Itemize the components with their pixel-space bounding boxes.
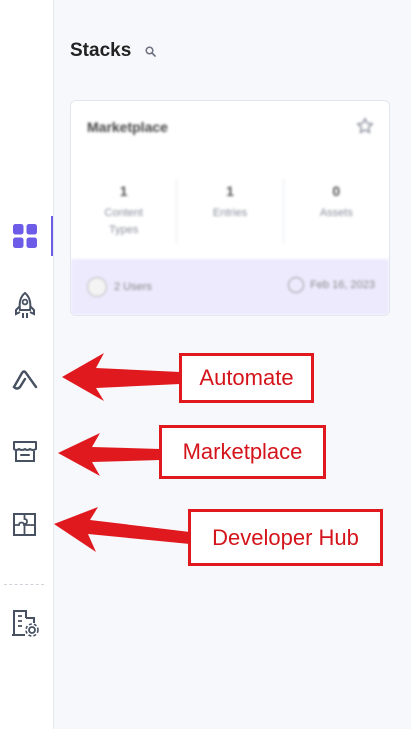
active-indicator [51, 216, 53, 256]
automate-icon [12, 370, 38, 390]
arrow-automate [62, 353, 180, 401]
stat-assets: 0 Assets [282, 179, 389, 243]
stat-label: Content Types [104, 207, 143, 236]
sidebar-item-automate[interactable] [9, 363, 41, 395]
stat-value: 1 [226, 183, 234, 199]
date-text: Feb 16, 2023 [310, 279, 375, 291]
stack-card-footer: 2 Users Feb 16, 2023 [71, 259, 389, 315]
sidebar-item-launch[interactable] [9, 290, 41, 322]
stat-label: Entries [212, 207, 248, 219]
stat-entries: 1 Entries [176, 179, 282, 243]
stat-value: 1 [119, 183, 128, 199]
stack-stats: 1 Content Types 1 Entries 0 Assets [71, 179, 389, 243]
sidebar-item-developer-hub[interactable] [9, 508, 41, 540]
arrow-developer-hub [54, 507, 190, 552]
sidebar [0, 0, 54, 729]
page-header: Stacks [70, 40, 157, 62]
stat-content-types: 1 Content Types [71, 179, 176, 243]
stack-card[interactable]: Marketplace 1 Content Types 1 Entries 0 … [70, 100, 390, 316]
callout-automate: Automate [179, 353, 314, 403]
grid-icon [13, 224, 37, 248]
stack-users: 2 Users [87, 277, 152, 297]
stat-value: 0 [332, 183, 341, 199]
sidebar-item-marketplace[interactable] [9, 435, 41, 467]
sidebar-item-stacks[interactable] [9, 220, 41, 252]
sidebar-item-org-settings[interactable] [9, 607, 41, 639]
callout-marketplace: Marketplace [159, 425, 326, 479]
search-icon[interactable] [145, 44, 157, 62]
star-icon[interactable] [356, 117, 374, 140]
sidebar-divider [4, 584, 44, 585]
puzzle-icon [13, 513, 36, 536]
page-title: Stacks [70, 40, 132, 61]
stack-name: Marketplace [87, 119, 168, 135]
rocket-icon [15, 291, 35, 318]
avatar [87, 277, 107, 297]
building-settings-icon [12, 610, 39, 637]
stack-date: Feb 16, 2023 [288, 277, 375, 293]
callout-developer-hub: Developer Hub [188, 509, 383, 566]
store-icon [13, 441, 37, 462]
stat-label: Assets [319, 207, 353, 219]
arrow-marketplace [58, 433, 160, 476]
clock-icon [288, 277, 305, 293]
users-count: 2 Users [114, 281, 152, 293]
